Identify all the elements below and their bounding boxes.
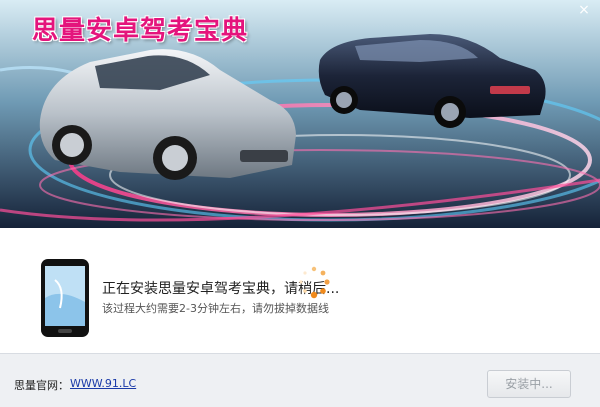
footer-bar: 思量官网： WWW.91.LC 安装中... xyxy=(0,353,600,407)
installing-button[interactable]: 安装中... xyxy=(487,370,571,398)
install-status-subtitle: 该过程大约需要2-3分钟左右，请勿拔掉数据线 xyxy=(102,302,329,315)
loading-spinner-icon xyxy=(299,266,330,299)
site-label: 思量官网： xyxy=(14,379,69,392)
app-title: 思量安卓驾考宝典 xyxy=(32,16,249,46)
phone-icon xyxy=(41,259,89,337)
official-site-link[interactable]: WWW.91.LC xyxy=(70,377,136,390)
header-banner: 思量安卓驾考宝典 × xyxy=(0,0,600,228)
install-progress-panel: 正在安装思量安卓驾考宝典，请稍后... 该过程大约需要2-3分钟左右，请勿拔掉数… xyxy=(0,228,600,353)
close-button[interactable]: × xyxy=(576,2,592,18)
